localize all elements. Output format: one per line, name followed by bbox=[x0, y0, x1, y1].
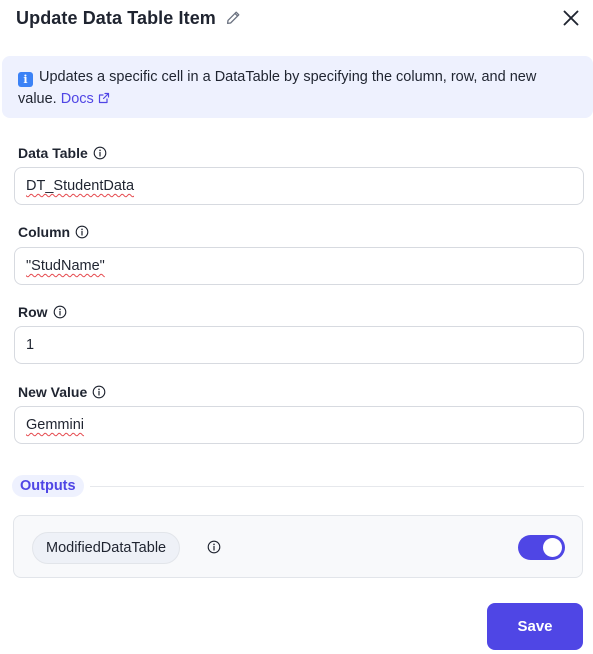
column-label: Column bbox=[18, 223, 89, 241]
dialog-title: Update Data Table Item bbox=[16, 7, 216, 28]
column-label-text: Column bbox=[18, 224, 71, 240]
info-circle-icon[interactable] bbox=[207, 540, 221, 554]
info-circle-icon[interactable] bbox=[92, 385, 106, 399]
external-link-icon bbox=[98, 89, 110, 104]
new-value-input[interactable]: Gemmini bbox=[14, 406, 584, 444]
output-toggle[interactable] bbox=[518, 535, 565, 560]
info-circle-icon[interactable] bbox=[93, 146, 107, 160]
row-label: Row bbox=[18, 303, 67, 321]
new-value-label: New Value bbox=[18, 383, 106, 401]
data-table-label: Data Table bbox=[18, 144, 107, 162]
info-square-icon: i bbox=[18, 72, 33, 87]
info-banner: i Updates a specific cell in a DataTable … bbox=[2, 56, 593, 118]
outputs-label: Outputs bbox=[12, 475, 84, 497]
toggle-knob bbox=[543, 538, 562, 557]
output-variable-pill[interactable]: ModifiedDataTable bbox=[32, 532, 181, 564]
data-table-value: DT_StudentData bbox=[26, 178, 135, 194]
info-circle-icon[interactable] bbox=[75, 225, 89, 239]
outputs-divider bbox=[89, 485, 584, 487]
column-input[interactable]: "StudName" bbox=[14, 247, 584, 285]
data-table-input[interactable]: DT_StudentData bbox=[14, 167, 584, 205]
info-circle-icon[interactable] bbox=[53, 305, 67, 319]
docs-link[interactable]: Docs bbox=[61, 91, 110, 107]
close-icon[interactable] bbox=[561, 8, 581, 28]
save-button[interactable]: Save bbox=[487, 603, 583, 650]
outputs-section-header: Outputs bbox=[12, 474, 584, 498]
pencil-icon[interactable] bbox=[225, 10, 241, 26]
row-label-text: Row bbox=[18, 304, 48, 320]
output-card: ModifiedDataTable bbox=[13, 515, 583, 578]
dialog-header: Update Data Table Item bbox=[16, 6, 241, 30]
data-table-label-text: Data Table bbox=[18, 145, 88, 161]
row-value: 1 bbox=[26, 337, 35, 353]
column-value: "StudName" bbox=[26, 258, 105, 274]
new-value-value: Gemmini bbox=[26, 417, 85, 433]
row-input[interactable]: 1 bbox=[14, 326, 584, 364]
new-value-label-text: New Value bbox=[18, 384, 88, 400]
docs-link-label: Docs bbox=[60, 91, 94, 107]
